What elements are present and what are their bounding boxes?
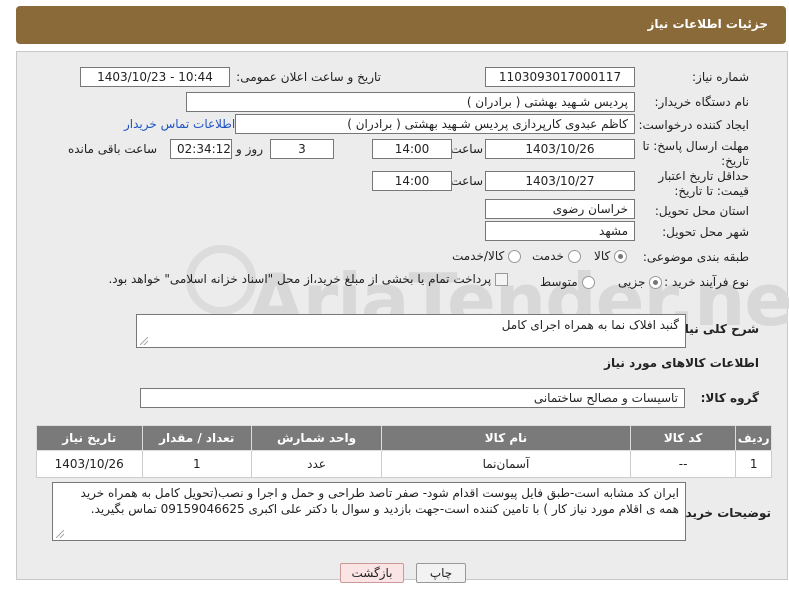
goods-section-title: اطلاعات کالاهای مورد نیاز bbox=[604, 356, 759, 370]
col-header-name: نام کالا bbox=[381, 425, 631, 451]
creator-label: ایجاد کننده درخواست: bbox=[638, 118, 749, 132]
remaining-time-field: 02:34:12 bbox=[170, 139, 232, 159]
radio-icon bbox=[567, 250, 581, 263]
goods-group-label: گروه کالا: bbox=[700, 391, 759, 405]
city-field: مشهد bbox=[485, 221, 635, 241]
col-header-date: تاریخ نیاز bbox=[36, 425, 143, 451]
deadline-label: مهلت ارسال پاسخ: تا تاریخ: bbox=[642, 139, 749, 168]
radio-icon bbox=[581, 276, 595, 289]
process-option-partial[interactable]: جزیی bbox=[618, 275, 663, 289]
province-label: استان محل تحویل: bbox=[654, 204, 749, 218]
resize-grip-icon[interactable] bbox=[56, 530, 64, 538]
cell-date: 1403/10/26 bbox=[36, 450, 143, 478]
goods-group-field: تاسیسات و مصالح ساختمانی bbox=[140, 388, 685, 408]
buyer-contact-link[interactable]: اطلاعات تماس خریدار bbox=[124, 117, 235, 131]
payment-treasury-option[interactable]: پرداخت تمام یا بخشی از مبلغ خرید،از محل … bbox=[100, 272, 508, 286]
price-validity-date-field: 1403/10/27 bbox=[485, 171, 635, 191]
validity-time-label: ساعت bbox=[450, 174, 483, 188]
cell-name: آسمان‌نما bbox=[381, 450, 631, 478]
buyer-org-label: نام دستگاه خریدار: bbox=[654, 95, 750, 109]
col-header-code: کد کالا bbox=[629, 425, 737, 451]
cell-unit: عدد bbox=[251, 450, 383, 478]
announce-date-field: 1403/10/23 - 10:44 bbox=[80, 67, 230, 87]
radio-icon bbox=[614, 250, 628, 263]
remaining-time-label: ساعت باقی مانده bbox=[67, 142, 157, 156]
resize-grip-icon[interactable] bbox=[140, 337, 148, 345]
items-table: ردیف کد کالا نام کالا واحد شمارش تعداد /… bbox=[36, 425, 772, 478]
announce-date-label: تاریخ و ساعت اعلان عمومی: bbox=[236, 70, 381, 84]
deadline-time-field: 14:00 bbox=[372, 139, 452, 159]
table-row: 1 -- آسمان‌نما عدد 1 1403/10/26 bbox=[36, 450, 772, 478]
deadline-date-field: 1403/10/26 bbox=[485, 139, 635, 159]
need-number-label: شماره نیاز: bbox=[692, 70, 749, 84]
category-option-service[interactable]: خدمت bbox=[532, 249, 581, 263]
page-header: جزئیات اطلاعات نیاز bbox=[16, 6, 786, 44]
col-header-qty: تعداد / مقدار bbox=[141, 425, 253, 451]
radio-icon bbox=[649, 276, 663, 289]
deadline-time-label: ساعت bbox=[450, 142, 483, 156]
cell-qty: 1 bbox=[141, 450, 253, 478]
checkbox-icon bbox=[495, 273, 508, 286]
process-option-medium[interactable]: متوسط bbox=[540, 275, 595, 289]
city-label: شهر محل تحویل: bbox=[662, 225, 749, 239]
buyer-org-field: پردیس شـهید بهشتی ( برادران ) bbox=[186, 92, 635, 112]
buyer-notes-field: ایران کد مشابه است-طبق فایل پیوست اقدام … bbox=[52, 482, 686, 541]
radio-icon bbox=[508, 250, 522, 263]
description-field: گنبد افلاک نما به همراه اجرای کامل bbox=[136, 314, 686, 348]
process-label: نوع فرآیند خرید : bbox=[664, 275, 749, 289]
category-option-goods[interactable]: کالا bbox=[594, 249, 628, 263]
need-number-field: 1103093017000117 bbox=[485, 67, 635, 87]
page-title: جزئیات اطلاعات نیاز bbox=[647, 17, 768, 31]
back-button[interactable]: بازگشت bbox=[340, 563, 404, 583]
days-remaining-field: 3 bbox=[270, 139, 334, 159]
price-validity-label: حداقل تاریخ اعتبار قیمت: تا تاریخ: bbox=[658, 169, 749, 198]
col-header-row: ردیف bbox=[735, 425, 772, 451]
cell-code: -- bbox=[629, 450, 737, 478]
category-label: طبقه بندی موضوعی: bbox=[642, 250, 749, 264]
price-validity-time-field: 14:00 bbox=[372, 171, 452, 191]
print-button[interactable]: چاپ bbox=[416, 563, 466, 583]
category-option-goods-service[interactable]: کالا/خدمت bbox=[452, 249, 522, 263]
creator-field: کاظم عبدوی کارپردازی پردیس شـهید بهشتی (… bbox=[235, 114, 635, 134]
days-label: روز و bbox=[236, 142, 263, 156]
province-field: خراسان رضوی bbox=[485, 199, 635, 219]
cell-row: 1 bbox=[735, 450, 772, 478]
table-header-row: ردیف کد کالا نام کالا واحد شمارش تعداد /… bbox=[36, 425, 772, 451]
col-header-unit: واحد شمارش bbox=[251, 425, 383, 451]
